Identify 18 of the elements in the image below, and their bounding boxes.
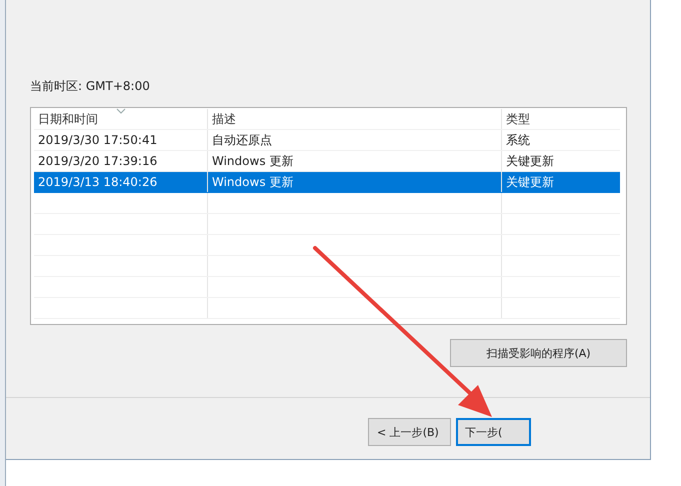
column-header[interactable]: 描述 <box>212 112 236 126</box>
table-cell-text: 系统 <box>505 132 531 149</box>
table-cell: Windows 更新 <box>208 172 502 192</box>
column-header[interactable]: 类型 <box>506 112 530 126</box>
table-cell-text: 关键更新 <box>505 174 555 191</box>
table-cell-text: 关键更新 <box>505 153 555 170</box>
back-button[interactable]: < 上一步(B) <box>368 418 451 446</box>
table-cell: 2019/3/20 17:39:16 <box>34 151 208 171</box>
column-header[interactable]: 日期和时间 <box>38 112 98 126</box>
table-row[interactable]: 2019/3/30 17:50:41 自动还原点 系统 <box>34 130 620 151</box>
table-cell: 2019/3/13 18:40:26 <box>34 172 208 192</box>
scan-button[interactable]: 扫描受影响的程序(A) <box>450 339 627 367</box>
table-cell: 自动还原点 <box>208 130 502 150</box>
table-cell: 2019/3/30 17:50:41 <box>34 130 208 150</box>
table-row[interactable]: 2019/3/13 18:40:26 Windows 更新 关键更新 <box>34 172 620 193</box>
table-cell: Windows 更新 <box>208 151 502 171</box>
timezone-label: 当前时区: GMT+8:00 <box>30 78 150 94</box>
next-button[interactable]: 下一步( <box>456 418 531 446</box>
